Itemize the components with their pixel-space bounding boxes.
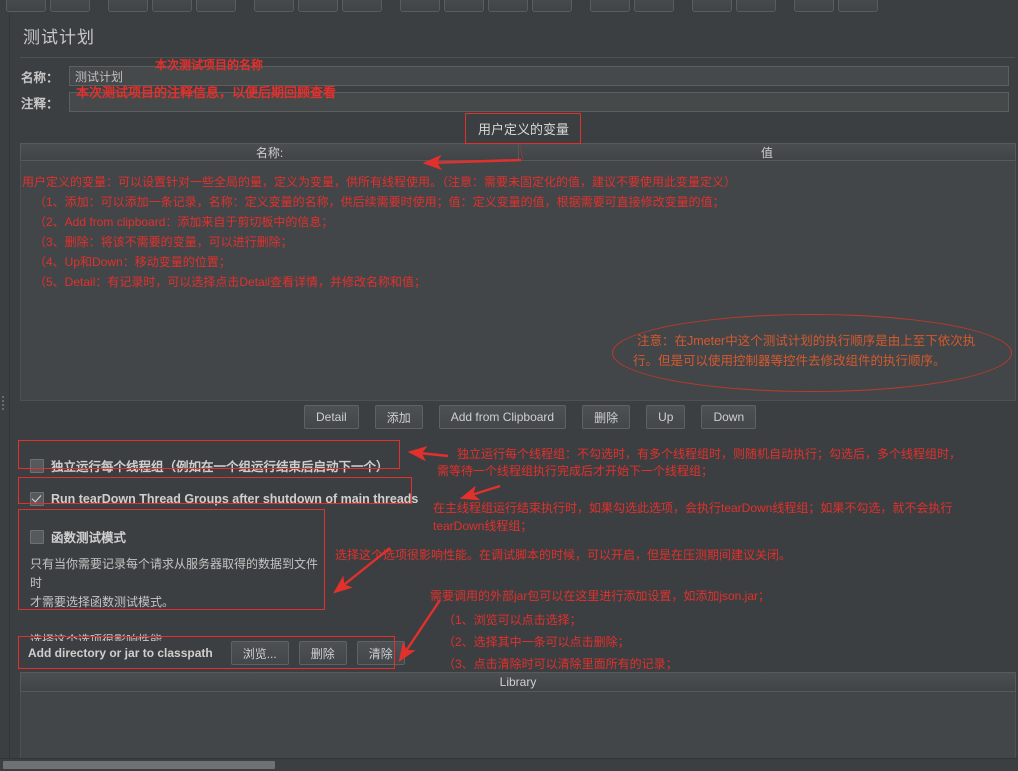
- annotation-udv-line-2: （2、Add from clipboard：添加来自于剪切板中的信息；: [34, 215, 334, 229]
- toolbar-button-collapse[interactable]: [342, 0, 382, 12]
- udv-table-header: 名称: 值: [20, 143, 1016, 161]
- toolbar-button-start-no-pause[interactable]: [488, 0, 528, 12]
- detail-button[interactable]: Detail: [304, 405, 359, 429]
- horizontal-scrollbar-thumb[interactable]: [3, 761, 275, 769]
- toolbar-button-toggle[interactable]: [400, 0, 440, 12]
- udv-button-row: Detail 添加 Add from Clipboard 删除 Up Down: [304, 405, 757, 429]
- down-button[interactable]: Down: [701, 405, 757, 429]
- annotation-independent-note-line1: 独立运行每个线程组：不勾选时，有多个线程组时，则随机自动执行；勾选后，多个线程组…: [457, 447, 962, 461]
- toolbar-button-save[interactable]: [108, 0, 148, 12]
- toolbar-button-cut[interactable]: [152, 0, 192, 12]
- page-title: 测试计划: [23, 28, 95, 47]
- annotation-classpath-note-2: （3、点击清除时可以清除里面所有的记录；: [443, 657, 678, 671]
- library-table-body[interactable]: [20, 692, 1016, 764]
- annotation-comment-note: 本次测试项目的注释信息，以便后期回顾查看: [76, 85, 337, 100]
- tree-splitter-gutter[interactable]: [0, 14, 10, 759]
- udv-column-name: 名称:: [21, 144, 519, 160]
- toolbar-separator: [240, 0, 250, 1]
- toolbar[interactable]: [0, 0, 1018, 12]
- horizontal-scrollbar[interactable]: [0, 758, 1018, 771]
- add-from-clipboard-button[interactable]: Add from Clipboard: [438, 405, 567, 429]
- toolbar-button-function-helper[interactable]: [838, 0, 878, 12]
- annotation-functional-note: 选择这个选项很影响性能。在调试脚本的时候，可以开启，但是在压测期间建议关闭。: [335, 548, 792, 562]
- toolbar-button-open[interactable]: [50, 0, 90, 12]
- udv-column-value: 值: [760, 145, 773, 160]
- annotation-udv-line-3: （3、删除：将该不需要的变量，可以进行删除；: [34, 235, 293, 249]
- name-input-value: 测试计划: [75, 69, 124, 84]
- annotation-classpath-box: [18, 636, 395, 669]
- annotation-order-line2: 行。但是可以使用控制器等控件去修改组件的执行顺序。: [633, 354, 946, 368]
- toolbar-button-new[interactable]: [6, 0, 46, 12]
- toolbar-separator: [780, 0, 790, 1]
- toolbar-button-shutdown[interactable]: [590, 0, 630, 12]
- toolbar-button-search[interactable]: [736, 0, 776, 12]
- annotation-teardown-box: [18, 477, 412, 504]
- toolbar-button-clear[interactable]: [634, 0, 674, 12]
- annotation-udv-line-0: 用户定义的变量：可以设置针对一些全局的量，定义为变量，供所有线程使用。（注意：需…: [22, 175, 737, 189]
- splitter-grip-icon: [2, 394, 6, 420]
- annotation-name-note: 本次测试项目的名称: [155, 58, 264, 72]
- annotation-independent-note-line2: 需等待一个线程组执行完成后才开始下一个线程组；: [437, 464, 714, 478]
- add-button[interactable]: 添加: [374, 405, 423, 429]
- annotation-udv-line-5: （5、Detail：有记录时，可以选择点击Detail查看详情，并修改名称和值；: [34, 275, 427, 289]
- toolbar-button-reset-search[interactable]: [794, 0, 834, 12]
- annotation-udv-line-4: （4、Up和Down：移动变量的位置；: [34, 255, 231, 269]
- library-table-header: Library: [20, 672, 1016, 692]
- annotation-teardown-note-line1: 在主线程组运行结束执行时，如果勾选此选项，会执行tearDown线程组；如果不勾…: [433, 501, 953, 515]
- toolbar-button-clear-all[interactable]: [692, 0, 732, 12]
- annotation-classpath-note-1: （2、选择其中一条可以点击删除；: [443, 635, 630, 649]
- toolbar-button-expand[interactable]: [298, 0, 338, 12]
- delete-button[interactable]: 删除: [582, 405, 631, 429]
- toolbar-separator: [94, 0, 104, 1]
- annotation-functional-box: [18, 509, 325, 610]
- toolbar-button-paste[interactable]: [254, 0, 294, 12]
- up-button[interactable]: Up: [646, 405, 686, 429]
- toolbar-button-start[interactable]: [444, 0, 484, 12]
- comment-label: 注释：: [21, 96, 59, 111]
- annotation-independent-box: [18, 440, 400, 469]
- annotation-classpath-note-0: （1、浏览可以点击选择；: [443, 613, 582, 627]
- toolbar-separator: [678, 0, 688, 1]
- toolbar-button-stop[interactable]: [532, 0, 572, 12]
- annotation-teardown-note-line2: tearDown线程组；: [433, 519, 533, 533]
- annotation-order-line1: 注意：在Jmeter中这个测试计划的执行顺序是由上至下依次执: [637, 334, 976, 348]
- toolbar-button-copy[interactable]: [196, 0, 236, 12]
- annotation-udv-callout-label: 用户定义的变量: [478, 122, 570, 137]
- annotation-udv-line-1: （1、添加：可以添加一条记录，名称：定义变量的名称，供后续需要时使用；值：定义变…: [34, 195, 725, 209]
- annotation-classpath-note-head: 需要调用的外部jar包可以在这里进行添加设置，如添加json.jar；: [430, 589, 771, 603]
- name-label: 名称：: [21, 70, 59, 85]
- toolbar-separator: [386, 0, 396, 1]
- toolbar-separator: [576, 0, 586, 1]
